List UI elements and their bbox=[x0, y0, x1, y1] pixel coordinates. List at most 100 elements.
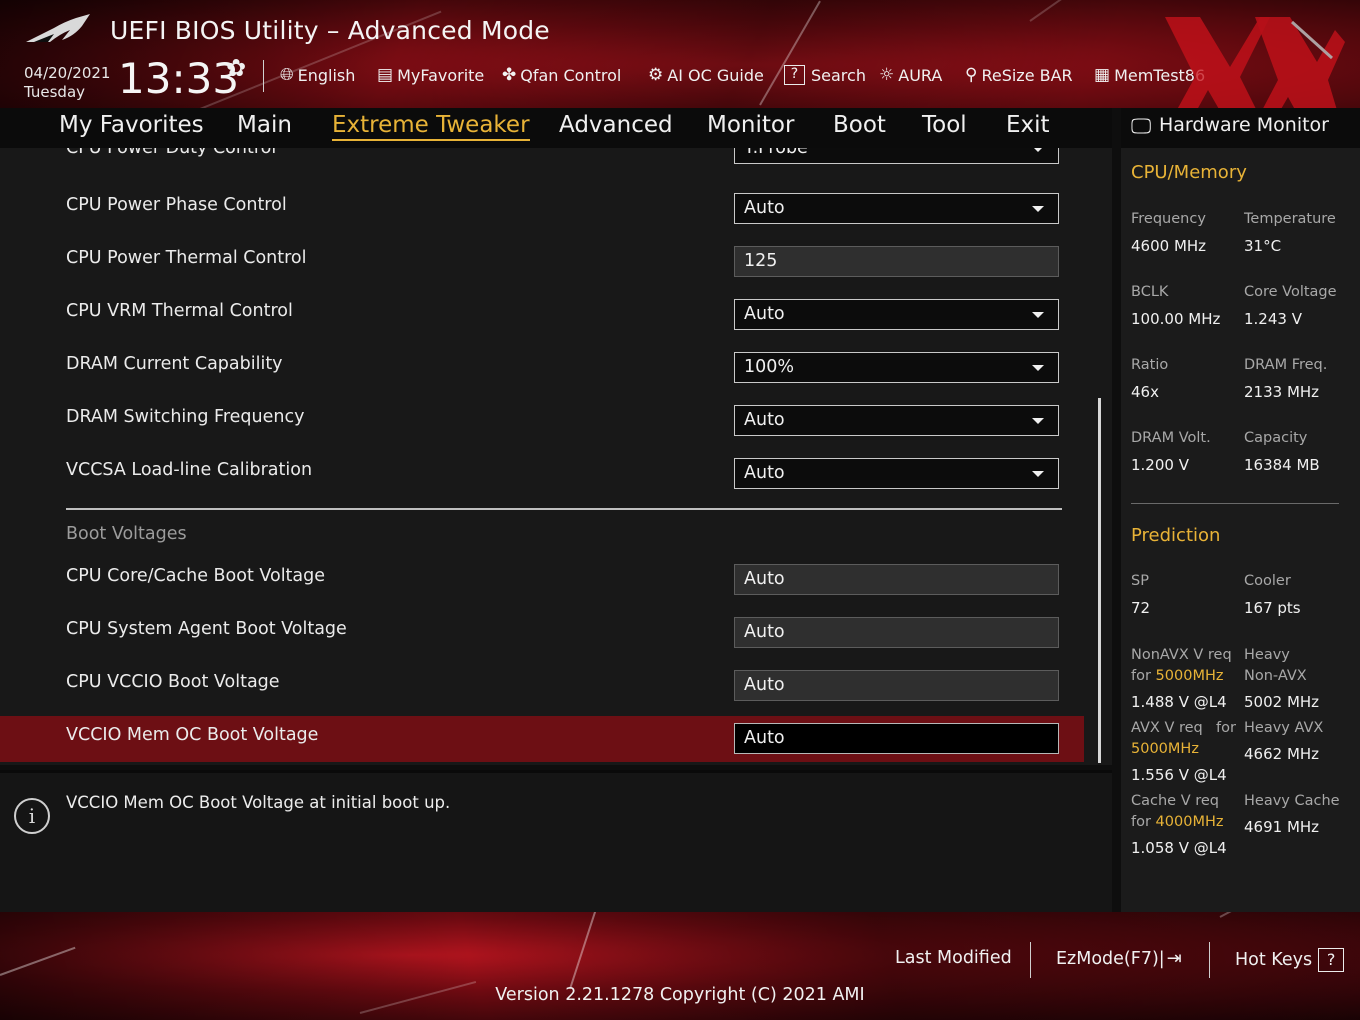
setting-value: Auto bbox=[744, 410, 785, 430]
setting-dropdown[interactable]: Auto bbox=[734, 193, 1059, 224]
sp-label: SP bbox=[1131, 573, 1149, 589]
chevron-down-icon bbox=[1032, 471, 1044, 477]
tab-advanced[interactable]: Advanced bbox=[559, 112, 673, 138]
hardware-monitor-header: 🖵︎ Hardware Monitor bbox=[1121, 108, 1360, 148]
setting-input-field[interactable]: Auto bbox=[734, 723, 1059, 754]
search-button[interactable]: ? Search bbox=[784, 62, 866, 88]
setting-dropdown[interactable]: 100% bbox=[734, 352, 1059, 383]
chevron-down-icon bbox=[1032, 312, 1044, 318]
myfavorite-button[interactable]: ▤ MyFavorite bbox=[377, 62, 484, 88]
search-label: Search bbox=[811, 65, 866, 85]
info-icon: i bbox=[14, 798, 50, 834]
capacity-value: 16384 MB bbox=[1244, 456, 1320, 474]
setting-value: Auto bbox=[744, 569, 785, 589]
setting-dropdown[interactable]: Auto bbox=[734, 299, 1059, 330]
setting-row-dram-current-capability[interactable]: DRAM Current Capability 100% bbox=[0, 345, 1084, 391]
ai-oc-guide-label: AI OC Guide bbox=[667, 65, 764, 85]
setting-label: CPU VRM Thermal Control bbox=[66, 301, 293, 321]
setting-value: T.Probe bbox=[744, 148, 808, 158]
qfan-control-button[interactable]: ✤ Qfan Control bbox=[502, 62, 621, 88]
setting-value-field[interactable]: Auto bbox=[734, 617, 1059, 648]
temperature-label: Temperature bbox=[1244, 211, 1336, 227]
settings-scrollbar[interactable] bbox=[1098, 398, 1101, 763]
setting-dropdown[interactable]: Auto bbox=[734, 458, 1059, 489]
heavy-nonavx-label-line1: Heavy bbox=[1244, 647, 1290, 663]
globe-icon: 🌐︎ bbox=[280, 65, 294, 85]
dram-volt-label: DRAM Volt. bbox=[1131, 430, 1211, 446]
setting-value: Auto bbox=[744, 463, 785, 483]
setting-row-cpu-vccio-boot-voltage[interactable]: CPU VCCIO Boot Voltage Auto bbox=[0, 663, 1084, 709]
avx-vreq-value: 1.556 V @L4 bbox=[1131, 766, 1227, 784]
setting-label: CPU Power Phase Control bbox=[66, 195, 287, 215]
setting-row-vccsa-load-line-calibration[interactable]: VCCSA Load-line Calibration Auto bbox=[0, 451, 1084, 497]
setting-value: Auto bbox=[744, 622, 785, 642]
setting-value: Auto bbox=[744, 728, 785, 748]
last-modified-label: Last Modified bbox=[895, 948, 1012, 968]
setting-row-cpu-core-cache-boot-voltage[interactable]: CPU Core/Cache Boot Voltage Auto bbox=[0, 557, 1084, 603]
dram-volt-value: 1.200 V bbox=[1131, 456, 1189, 474]
tab-exit[interactable]: Exit bbox=[1006, 112, 1050, 138]
setting-value-field[interactable]: Auto bbox=[734, 564, 1059, 595]
nonavx-for-prefix: for bbox=[1131, 668, 1156, 684]
setting-row-cpu-power-duty-control[interactable]: CPU Power Duty Control T.Probe bbox=[0, 148, 1084, 172]
cache-for-prefix: for bbox=[1131, 814, 1156, 830]
setting-dropdown[interactable]: T.Probe bbox=[734, 148, 1059, 164]
avx-vreq-text: AVX V req bbox=[1131, 720, 1203, 736]
frequency-label: Frequency bbox=[1131, 211, 1206, 227]
section-divider bbox=[66, 508, 1062, 510]
ezmode-button[interactable]: EzMode(F7)| ⇥ bbox=[1056, 948, 1182, 969]
avx-vreq-label-line1: AVX V req for bbox=[1131, 718, 1236, 739]
setting-value-field[interactable]: Auto bbox=[734, 670, 1059, 701]
nonavx-vreq-label-line2: for 5000MHz bbox=[1131, 666, 1232, 687]
setting-row-vccio-mem-oc-boot-voltage[interactable]: VCCIO Mem OC Boot Voltage Auto bbox=[0, 716, 1084, 762]
resize-bar-label: ReSize BAR bbox=[981, 65, 1073, 85]
last-modified-button[interactable]: Last Modified bbox=[895, 948, 1012, 968]
setting-row-dram-switching-frequency[interactable]: DRAM Switching Frequency Auto bbox=[0, 398, 1084, 444]
heavy-avx-value: 4662 MHz bbox=[1244, 745, 1320, 763]
section-label-boot-voltages: Boot Voltages bbox=[66, 524, 187, 544]
tab-monitor[interactable]: Monitor bbox=[707, 112, 794, 138]
setting-row-cpu-system-agent-boot-voltage[interactable]: CPU System Agent Boot Voltage Auto bbox=[0, 610, 1084, 656]
cache-vreq-value: 1.058 V @L4 bbox=[1131, 839, 1227, 857]
hot-keys-button[interactable]: Hot Keys ? bbox=[1235, 948, 1345, 972]
tab-tool[interactable]: Tool bbox=[922, 112, 967, 138]
help-question-icon: ? bbox=[784, 65, 805, 85]
language-button[interactable]: 🌐︎ English bbox=[280, 62, 355, 88]
aura-button[interactable]: ☼ AURA bbox=[879, 62, 942, 88]
help-panel: i VCCIO Mem OC Boot Voltage at initial b… bbox=[0, 770, 1112, 912]
heavy-cache-label: Heavy Cache bbox=[1244, 793, 1340, 809]
version-text: Version 2.21.1278 Copyright (C) 2021 AMI bbox=[495, 985, 865, 1005]
cpu-memory-heading: CPU/Memory bbox=[1131, 162, 1247, 183]
setting-dropdown[interactable]: Auto bbox=[734, 405, 1059, 436]
heavy-avx-label: Heavy AVX bbox=[1244, 720, 1324, 736]
app-title: UEFI BIOS Utility – Advanced Mode bbox=[110, 16, 550, 45]
setting-label: DRAM Current Capability bbox=[66, 354, 283, 374]
tab-extreme-tweaker[interactable]: Extreme Tweaker bbox=[332, 112, 530, 141]
tab-boot[interactable]: Boot bbox=[833, 112, 886, 138]
cache-vreq-label-line1: Cache V req bbox=[1131, 793, 1219, 809]
hardware-monitor-title: Hardware Monitor bbox=[1159, 114, 1329, 136]
setting-row-cpu-power-thermal-control[interactable]: CPU Power Thermal Control 125 bbox=[0, 239, 1084, 285]
setting-value-field[interactable]: 125 bbox=[734, 246, 1059, 277]
setting-row-cpu-power-phase-control[interactable]: CPU Power Phase Control Auto bbox=[0, 186, 1084, 232]
tab-my-favorites[interactable]: My Favorites bbox=[59, 112, 204, 138]
setting-value: Auto bbox=[744, 304, 785, 324]
heavy-nonavx-value: 5002 MHz bbox=[1244, 693, 1320, 711]
exit-arrow-icon: ⇥ bbox=[1166, 948, 1182, 969]
avx-for-text: for bbox=[1216, 720, 1236, 736]
capacity-label: Capacity bbox=[1244, 430, 1308, 446]
tab-main[interactable]: Main bbox=[237, 112, 292, 138]
ai-oc-guide-button[interactable]: ⚙ AI OC Guide bbox=[648, 62, 764, 88]
setting-label: VCCIO Mem OC Boot Voltage bbox=[66, 725, 319, 745]
fan-icon: ✤ bbox=[502, 65, 517, 85]
cooler-value: 167 pts bbox=[1244, 599, 1301, 617]
resize-bar-button[interactable]: ⚲ ReSize BAR bbox=[965, 62, 1073, 88]
monitor-icon: 🖵︎ bbox=[1131, 114, 1152, 138]
footer-divider bbox=[1030, 942, 1031, 978]
prediction-heading: Prediction bbox=[1131, 525, 1221, 546]
ratio-value: 46x bbox=[1131, 383, 1159, 401]
header-toolbar: 🌐︎ English ▤ MyFavorite ✤ Qfan Control ⚙… bbox=[0, 62, 1360, 88]
temperature-value: 31°C bbox=[1244, 237, 1282, 255]
setting-row-cpu-vrm-thermal-control[interactable]: CPU VRM Thermal Control Auto bbox=[0, 292, 1084, 338]
core-voltage-value: 1.243 V bbox=[1244, 310, 1302, 328]
